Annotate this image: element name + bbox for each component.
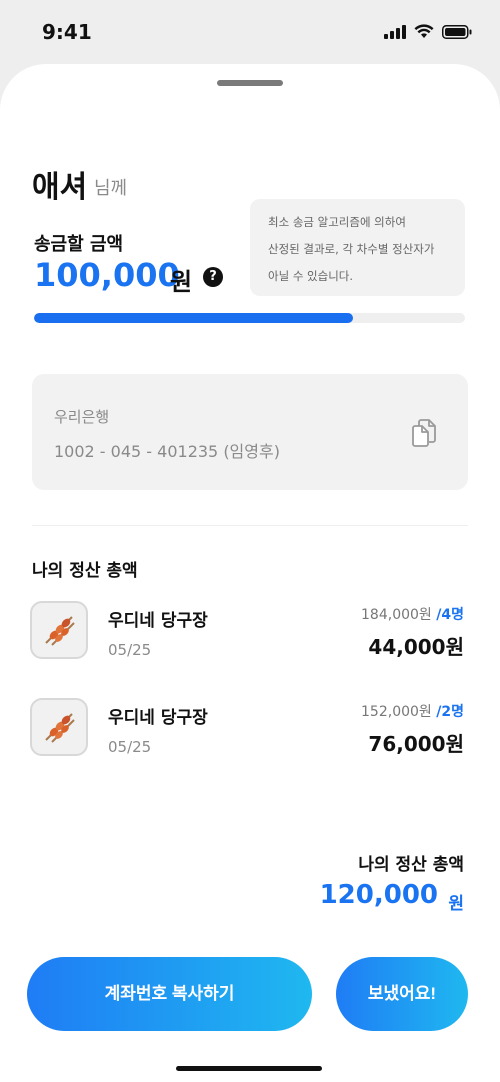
status-time: 9:41 xyxy=(42,20,92,44)
grand-total-unit: 원 xyxy=(448,894,464,914)
row-title: 우디네 당구장 xyxy=(108,708,208,728)
account-card: 우리은행 1002 - 045 - 401235 (임영후) xyxy=(32,374,468,490)
row-people-count: /4명 xyxy=(436,607,464,623)
wifi-icon xyxy=(414,24,434,38)
transfer-progress-bar xyxy=(34,313,465,323)
row-people-count: /2명 xyxy=(436,704,464,720)
battery-icon xyxy=(442,24,472,39)
row-date: 05/25 xyxy=(108,738,152,756)
copy-account-button[interactable]: 계좌번호 복사하기 xyxy=(27,957,312,1031)
skewer-food-icon xyxy=(30,698,88,756)
row-date: 05/25 xyxy=(108,641,152,659)
home-indicator xyxy=(176,1066,322,1071)
bottom-sheet: 애셔 님께 송금할 금액 100,000 원 ? 최소 송금 알고리즘에 의하여… xyxy=(0,64,500,1082)
transfer-progress-fill xyxy=(34,313,353,323)
grand-total-label: 나의 정산 총액 xyxy=(358,855,464,875)
recipient-suffix: 님께 xyxy=(94,178,128,199)
row-total-amount: 184,000원 xyxy=(361,607,432,623)
notice-line: 아닐 수 있습니다. xyxy=(268,269,354,283)
row-share-amount: 76,000원 xyxy=(368,732,464,756)
row-total: 152,000원 /2명 xyxy=(361,701,464,721)
skewer-food-icon xyxy=(30,601,88,659)
notice-line: 최소 송금 알고리즘에 의하여 xyxy=(268,215,406,229)
row-total-amount: 152,000원 xyxy=(361,704,432,720)
sent-button[interactable]: 보냈어요! xyxy=(336,957,468,1031)
notice-line: 산정된 결과로, 각 차수별 정산자가 xyxy=(268,242,435,256)
help-icon[interactable]: ? xyxy=(203,267,223,287)
cellular-signal-icon xyxy=(384,24,406,39)
bank-name: 우리은행 xyxy=(54,408,110,426)
status-icons xyxy=(384,24,472,39)
account-number: 1002 - 045 - 401235 (임영후) xyxy=(54,442,280,461)
recipient-name: 애셔 xyxy=(32,170,88,205)
copy-icon[interactable] xyxy=(410,418,438,448)
row-total: 184,000원 /4명 xyxy=(361,604,464,624)
settlement-section-title: 나의 정산 총액 xyxy=(32,561,138,581)
status-bar: 9:41 xyxy=(0,0,500,64)
settlement-row[interactable]: 우디네 당구장 05/25 184,000원 /4명 44,000원 xyxy=(0,601,500,671)
settlement-row[interactable]: 우디네 당구장 05/25 152,000원 /2명 76,000원 xyxy=(0,698,500,768)
sheet-grabber[interactable] xyxy=(217,80,283,86)
grand-total-amount: 120,000 xyxy=(319,880,438,910)
transfer-amount-value: 100,000 xyxy=(34,256,180,294)
section-divider xyxy=(32,525,468,526)
row-share-amount: 44,000원 xyxy=(368,635,464,659)
transfer-amount-label: 송금할 금액 xyxy=(34,234,124,255)
notice-box: 최소 송금 알고리즘에 의하여 산정된 결과로, 각 차수별 정산자가 아닐 수… xyxy=(250,199,465,296)
transfer-amount-unit: 원 xyxy=(170,268,193,296)
row-title: 우디네 당구장 xyxy=(108,611,208,631)
